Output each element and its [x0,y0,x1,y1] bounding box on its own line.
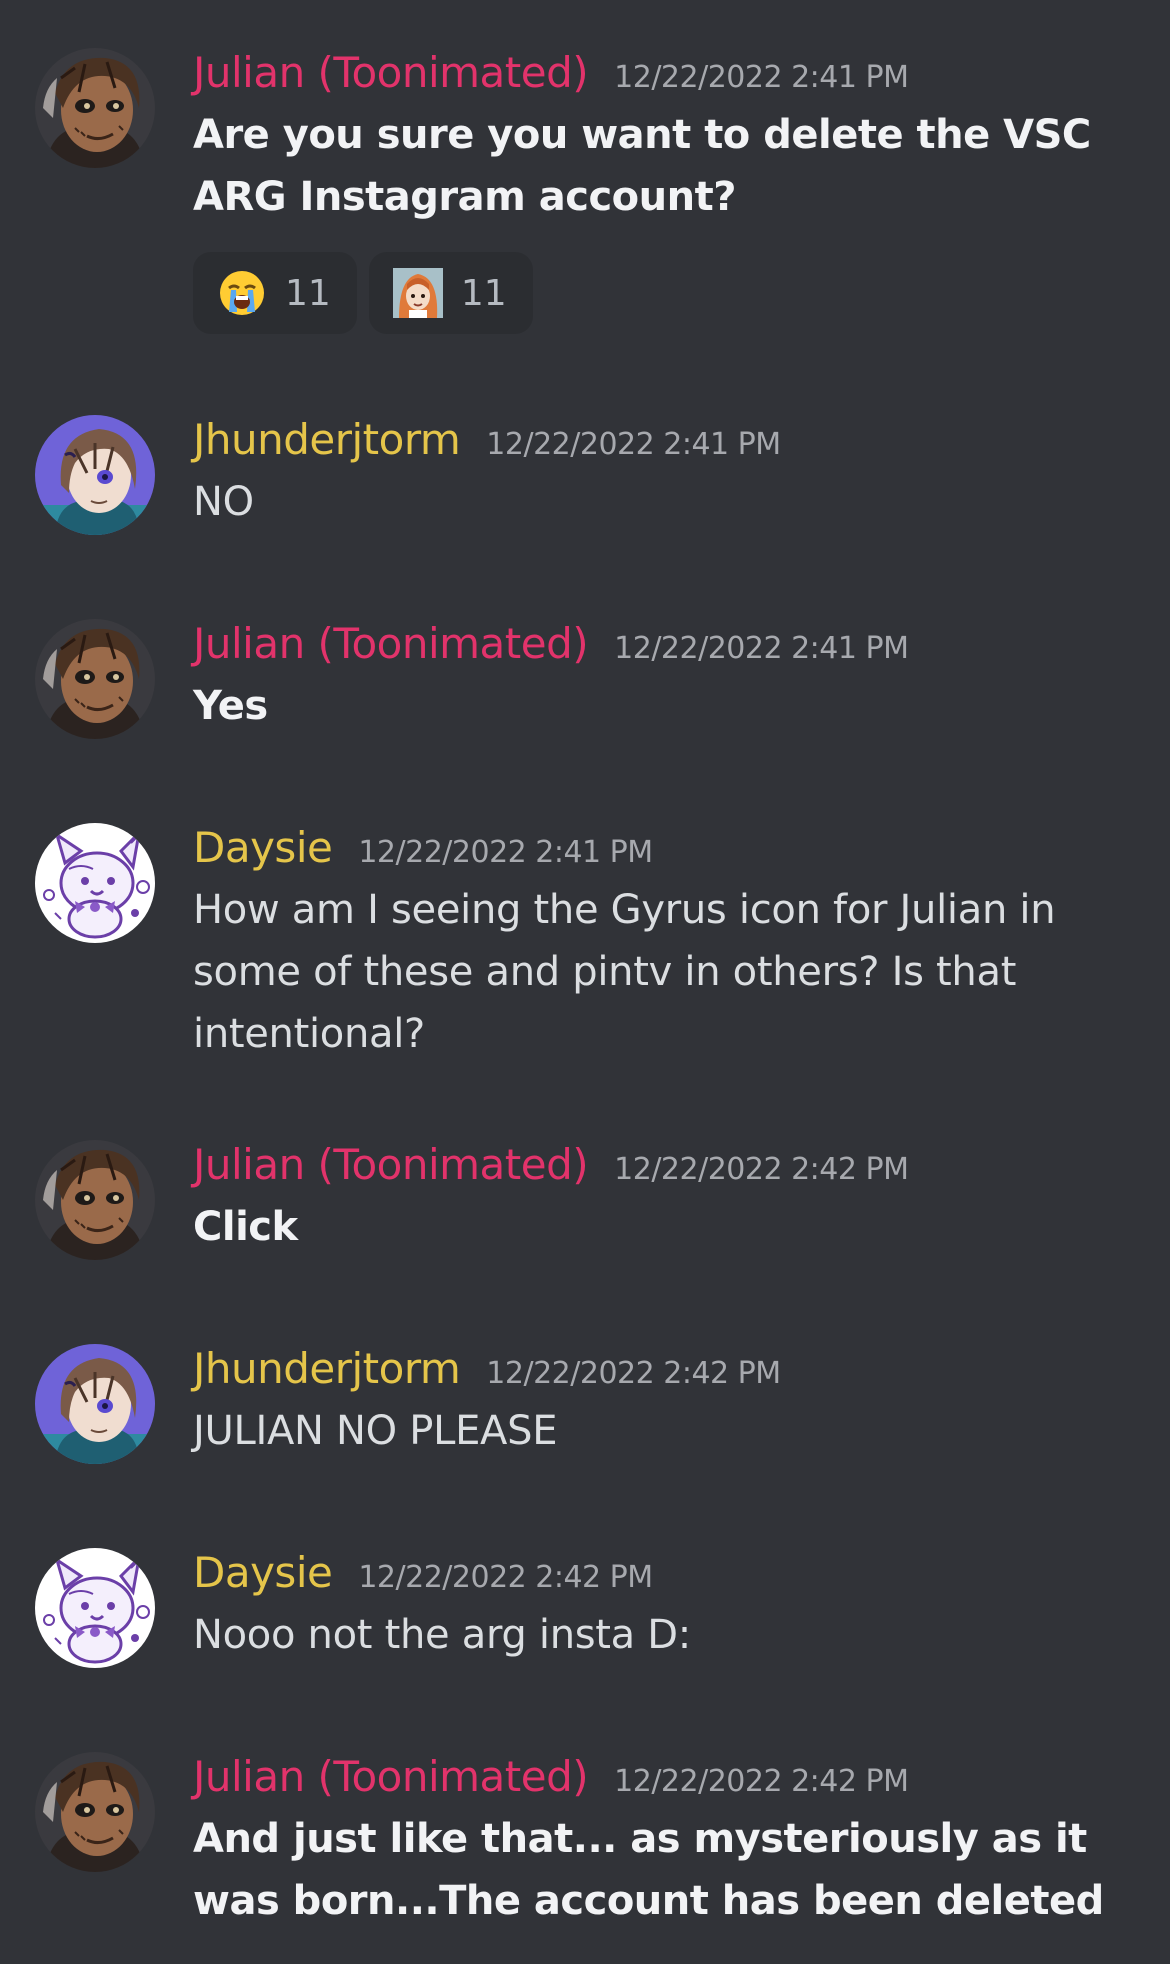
message-content: Are you sure you want to delete the VSC … [193,112,1091,220]
username[interactable]: Jhunderjtorm [193,415,461,464]
message-header: Daysie 12/22/2022 2:41 PM [193,823,653,879]
reaction-button[interactable]: 11 [193,252,357,334]
timestamp: 12/22/2022 2:41 PM [358,835,653,870]
user-avatar-icon [35,415,155,535]
timestamp: 12/22/2022 2:41 PM [614,631,909,666]
message-content: Click [193,1204,298,1250]
custom-character-emoji-icon [392,268,443,318]
user-avatar-icon [35,1548,155,1668]
avatar-daysie[interactable] [35,823,155,943]
message-content: JULIAN NO PLEASE [193,1408,558,1454]
user-avatar-icon [35,1752,155,1872]
avatar-daysie[interactable] [35,1548,155,1668]
user-avatar-icon [35,1344,155,1464]
message-header: Julian (Toonimated) 12/22/2022 2:41 PM [193,619,909,675]
username[interactable]: Julian (Toonimated) [193,1140,589,1189]
user-avatar-icon [35,823,155,943]
timestamp: 12/22/2022 2:41 PM [614,60,909,95]
avatar-julian[interactable] [35,619,155,739]
message-header: Jhunderjtorm 12/22/2022 2:41 PM [193,415,781,471]
user-avatar-icon [35,48,155,168]
avatar-jhunderjtorm[interactable] [35,415,155,535]
message-content: How am I seeing the Gyrus icon for Julia… [193,887,1056,1057]
message-content: Yes [193,683,268,729]
username[interactable]: Julian (Toonimated) [193,619,589,668]
timestamp: 12/22/2022 2:42 PM [614,1764,909,1799]
username[interactable]: Julian (Toonimated) [193,48,589,97]
username[interactable]: Daysie [193,823,333,872]
reaction-count: 11 [285,272,331,314]
message-content: Nooo not the arg insta D: [193,1612,691,1658]
message-header: Julian (Toonimated) 12/22/2022 2:41 PM [193,48,909,104]
message-content: NO [193,479,254,525]
loudly-crying-face-emoji-icon [217,268,267,318]
timestamp: 12/22/2022 2:41 PM [486,427,781,462]
user-avatar-icon [35,619,155,739]
username[interactable]: Julian (Toonimated) [193,1752,589,1801]
username[interactable]: Daysie [193,1548,333,1597]
reaction-bar: 11 11 [193,252,533,334]
username[interactable]: Jhunderjtorm [193,1344,461,1393]
avatar-julian[interactable] [35,48,155,168]
avatar-jhunderjtorm[interactable] [35,1344,155,1464]
avatar-julian[interactable] [35,1752,155,1872]
user-avatar-icon [35,1140,155,1260]
message-header: Julian (Toonimated) 12/22/2022 2:42 PM [193,1752,909,1808]
timestamp: 12/22/2022 2:42 PM [614,1152,909,1187]
message-header: Daysie 12/22/2022 2:42 PM [193,1548,653,1604]
timestamp: 12/22/2022 2:42 PM [358,1560,653,1595]
reaction-count: 11 [460,272,507,314]
message-content: And just like that... as mysteriously as… [193,1816,1104,1924]
avatar-julian[interactable] [35,1140,155,1260]
message-header: Julian (Toonimated) 12/22/2022 2:42 PM [193,1140,909,1196]
message-feed: Julian (Toonimated) 12/22/2022 2:41 PM A… [0,0,1170,1964]
reaction-button[interactable]: 11 [368,252,533,334]
message-header: Jhunderjtorm 12/22/2022 2:42 PM [193,1344,781,1400]
timestamp: 12/22/2022 2:42 PM [486,1356,781,1391]
